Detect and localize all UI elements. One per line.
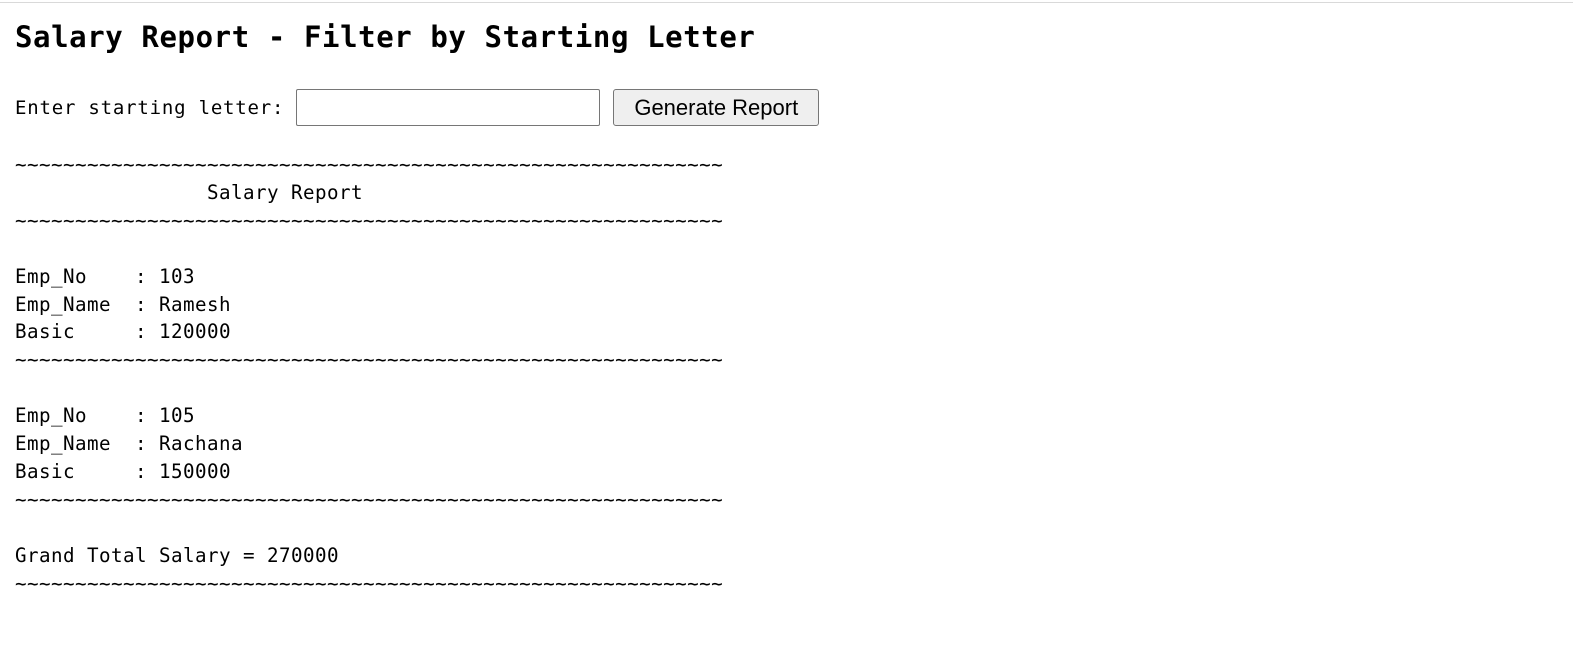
employee-emp-no: Emp_No : 105 <box>15 404 196 428</box>
starting-letter-input[interactable] <box>296 89 601 126</box>
report-heading: Salary Report <box>15 180 364 204</box>
page-title: Salary Report - Filter by Starting Lette… <box>15 20 756 54</box>
employee-emp-name: Emp_Name : Rachana <box>15 432 244 456</box>
starting-letter-label: Enter starting letter: <box>15 96 285 119</box>
employee-basic: Basic : 120000 <box>15 320 232 344</box>
report-separator: ~~~~~~~~~~~~~~~~~~~~~~~~~~~~~~~~~~~~~~~~… <box>15 153 724 176</box>
report-separator: ~~~~~~~~~~~~~~~~~~~~~~~~~~~~~~~~~~~~~~~~… <box>15 487 724 511</box>
report-separator: ~~~~~~~~~~~~~~~~~~~~~~~~~~~~~~~~~~~~~~~~… <box>15 348 724 372</box>
browser-top-border <box>0 0 1573 3</box>
report-separator: ~~~~~~~~~~~~~~~~~~~~~~~~~~~~~~~~~~~~~~~~… <box>15 208 724 232</box>
employee-emp-no: Emp_No : 103 <box>15 264 196 288</box>
generate-report-button[interactable]: Generate Report <box>613 89 820 126</box>
employee-basic: Basic : 150000 <box>15 459 232 483</box>
filter-form: Enter starting letter: Generate Report <box>15 89 820 126</box>
grand-total: Grand Total Salary = 270000 <box>15 543 340 567</box>
employee-emp-name: Emp_Name : Ramesh <box>15 292 232 316</box>
report-separator: ~~~~~~~~~~~~~~~~~~~~~~~~~~~~~~~~~~~~~~~~… <box>15 571 724 595</box>
report-output: ~~~~~~~~~~~~~~~~~~~~~~~~~~~~~~~~~~~~~~~~… <box>15 151 723 598</box>
